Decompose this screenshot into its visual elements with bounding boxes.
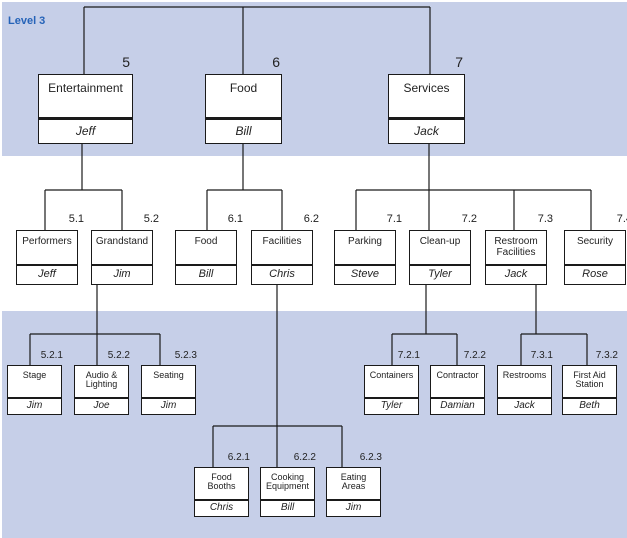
node-owner: Joe [93,400,110,411]
node-title: Food [229,81,258,95]
node-title: Audio & Lighting [85,370,118,390]
wbs-number: 7.4 [616,213,627,225]
node-owner: Jim [26,400,43,411]
wbs-node-parking[interactable]: Parking Steve [334,230,396,285]
node-owner: Jeff [75,124,96,138]
node-owner: Chris [209,502,234,513]
node-owner: Beth [579,400,600,411]
node-title: Parking [348,236,382,247]
wbs-node-restroom-facilities[interactable]: Restroom Facilities Jack [485,230,547,285]
wbs-number: 5 [122,54,130,70]
wbs-node-services[interactable]: Services Jack [388,74,465,144]
node-title: Restroom Facilities [494,236,538,258]
node-title: Security [576,236,614,247]
wbs-node-grandstand[interactable]: Grandstand Jim [91,230,153,285]
node-owner: Tyler [380,400,403,411]
node-title: Cooking Equipment [265,472,310,492]
wbs-node-restrooms[interactable]: Restrooms Jack [497,365,552,415]
wbs-number: 7.3.1 [530,350,553,361]
node-owner: Tyler [428,268,452,280]
node-title: Seating [153,370,184,380]
wbs-number: 7.3.2 [595,350,618,361]
level-label: Level 3 [8,15,46,27]
wbs-number: 7 [455,54,463,70]
node-owner: Chris [269,268,295,280]
node-title: Stage [22,370,47,380]
wbs-number: 6.2.3 [359,452,382,463]
node-title: Food Booths [207,472,236,492]
wbs-node-containers[interactable]: Containers Tyler [364,365,419,415]
wbs-number: 6.1 [227,213,243,225]
wbs-number: 7.3 [537,213,553,225]
wbs-node-entertainment[interactable]: Entertainment Jeff [38,74,133,144]
node-owner: Bill [198,268,214,280]
node-title: Contractor [436,370,479,380]
node-owner: Jack [514,400,535,411]
node-title: Containers [369,370,414,380]
wbs-number: 7.1 [386,213,402,225]
node-owner: Steve [350,268,380,280]
wbs-number: 5.2.2 [107,350,130,361]
node-owner: Jim [113,268,131,280]
wbs-number: 7.2.1 [397,350,420,361]
node-title: Restrooms [502,370,547,380]
node-title: Facilities [262,236,302,247]
wbs-number: 7.2 [461,213,477,225]
node-title: Entertainment [48,81,123,95]
node-title: Food [194,236,218,247]
wbs-node-clean-up[interactable]: Clean-up Tyler [409,230,471,285]
node-owner: Jack [414,124,439,138]
wbs-number: 7.2.2 [463,350,486,361]
wbs-number: 5.1 [68,213,84,225]
wbs-node-audio-lighting[interactable]: Audio & Lighting Joe [74,365,129,415]
wbs-node-contractor[interactable]: Contractor Damian [430,365,485,415]
node-owner: Jeff [38,268,56,280]
wbs-node-security[interactable]: Security Rose [564,230,626,285]
wbs-node-eating-areas[interactable]: Eating Areas Jim [326,467,381,517]
node-owner: Rose [582,268,608,280]
wbs-number: 6.2.1 [227,452,250,463]
node-owner: Jim [160,400,177,411]
node-owner: Bill [235,124,252,138]
wbs-number: 6.2 [303,213,319,225]
node-owner: Jack [504,268,528,280]
wbs-number: 6.2.2 [293,452,316,463]
node-title: Grandstand [95,236,149,247]
node-title: Clean-up [419,236,461,247]
node-title: Services [403,81,450,95]
wbs-node-stage[interactable]: Stage Jim [7,365,62,415]
wbs-node-first-aid-station[interactable]: First Aid Station Beth [562,365,617,415]
wbs-number: 5.2.3 [174,350,197,361]
node-title: Performers [22,236,72,247]
node-owner: Damian [440,400,475,411]
node-title: First Aid Station [573,370,606,390]
wbs-node-performers[interactable]: Performers Jeff [16,230,78,285]
node-owner: Jim [345,502,362,513]
wbs-number: 5.2.1 [40,350,63,361]
wbs-number: 5.2 [143,213,159,225]
node-title: Eating Areas [340,472,367,492]
node-owner: Bill [280,502,295,513]
wbs-node-food-booths[interactable]: Food Booths Chris [194,467,249,517]
wbs-node-food[interactable]: Food Bill [205,74,282,144]
wbs-number: 6 [272,54,280,70]
wbs-node-facilities[interactable]: Facilities Chris [251,230,313,285]
wbs-node-food-sub[interactable]: Food Bill [175,230,237,285]
wbs-node-seating[interactable]: Seating Jim [141,365,196,415]
wbs-node-cooking-equipment[interactable]: Cooking Equipment Bill [260,467,315,517]
